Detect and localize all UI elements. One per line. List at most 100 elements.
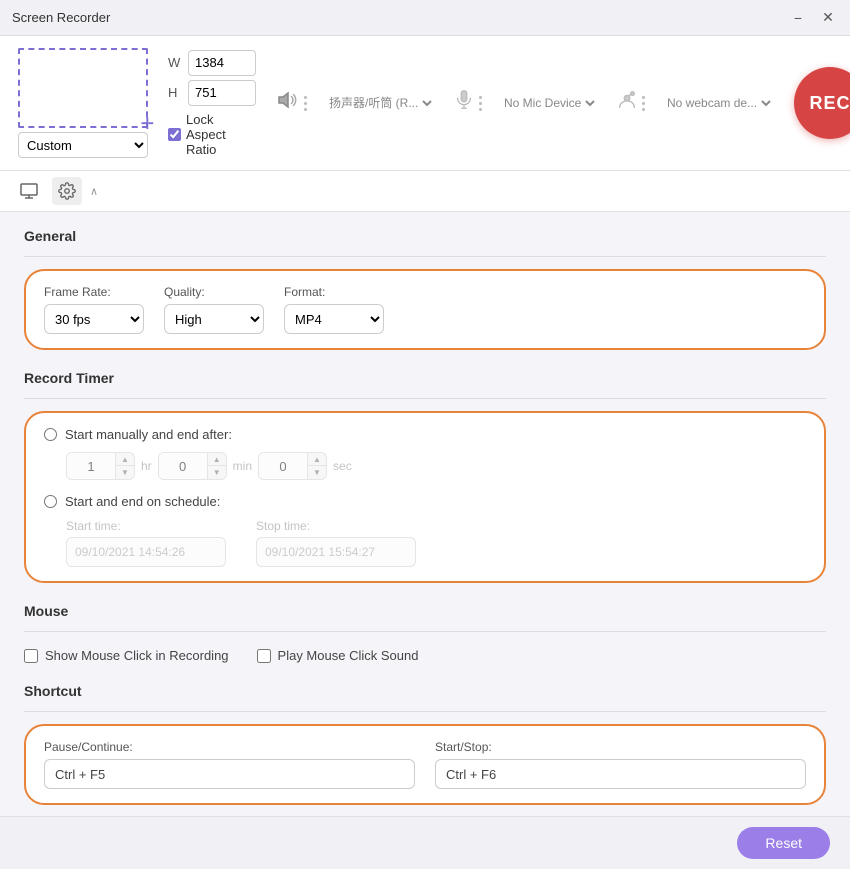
tab-expand-icon[interactable]: ∧ bbox=[90, 185, 98, 198]
hr-up-button[interactable]: ▲ bbox=[116, 453, 134, 466]
main-area: ✛ Custom Full Screen 720p 1080p W H Lock… bbox=[0, 36, 850, 869]
min-spinner: ▲ ▼ bbox=[158, 452, 227, 480]
hr-down-button[interactable]: ▼ bbox=[116, 466, 134, 479]
start-time-field: Start time: bbox=[66, 519, 226, 567]
stop-time-field: Stop time: bbox=[256, 519, 416, 567]
lock-checkbox[interactable] bbox=[168, 128, 181, 141]
sec-spinner-buttons: ▲ ▼ bbox=[307, 453, 326, 479]
width-input[interactable] bbox=[188, 50, 256, 76]
min-down-button[interactable]: ▼ bbox=[208, 466, 226, 479]
stop-time-label: Stop time: bbox=[256, 519, 416, 533]
height-label: H bbox=[168, 85, 182, 100]
minimize-button[interactable]: − bbox=[788, 8, 808, 28]
play-click-checkbox[interactable] bbox=[257, 649, 271, 663]
format-group: Format: MP4 MOV AVI GIF bbox=[284, 285, 384, 334]
hr-spinner-buttons: ▲ ▼ bbox=[115, 453, 134, 479]
pause-field: Pause/Continue: bbox=[44, 740, 415, 789]
schedule-label: Start and end on schedule: bbox=[65, 494, 220, 509]
sec-unit: sec bbox=[333, 459, 352, 473]
frame-rate-label: Frame Rate: bbox=[44, 285, 144, 299]
height-input[interactable] bbox=[188, 80, 256, 106]
sec-up-button[interactable]: ▲ bbox=[308, 453, 326, 466]
app-title: Screen Recorder bbox=[12, 10, 788, 25]
show-click-checkbox[interactable] bbox=[24, 649, 38, 663]
frame-rate-select[interactable]: 30 fps 20 fps 15 fps 60 fps bbox=[44, 304, 144, 334]
play-click-option: Play Mouse Click Sound bbox=[257, 648, 419, 663]
hr-unit: hr bbox=[141, 459, 152, 473]
start-time-input[interactable] bbox=[66, 537, 226, 567]
quality-select[interactable]: High Medium Low bbox=[164, 304, 264, 334]
tab-settings[interactable] bbox=[52, 177, 82, 205]
start-stop-label: Start/Stop: bbox=[435, 740, 806, 754]
sec-spinner: ▲ ▼ bbox=[258, 452, 327, 480]
quality-group: Quality: High Medium Low bbox=[164, 285, 264, 334]
lock-label: Lock Aspect Ratio bbox=[186, 112, 256, 157]
manual-label: Start manually and end after: bbox=[65, 427, 232, 442]
frame-rate-group: Frame Rate: 30 fps 20 fps 15 fps 60 fps bbox=[44, 285, 144, 334]
mic-device bbox=[453, 89, 482, 117]
start-time-label: Start time: bbox=[66, 519, 226, 533]
speaker-icon bbox=[276, 88, 300, 118]
timer-inputs: ▲ ▼ hr ▲ ▼ min ▲ ▼ bbox=[66, 452, 806, 480]
timer-card: Start manually and end after: ▲ ▼ hr ▲ bbox=[24, 411, 826, 583]
webcam-device bbox=[616, 89, 645, 117]
close-button[interactable]: ✕ bbox=[818, 8, 838, 28]
sec-down-button[interactable]: ▼ bbox=[308, 466, 326, 479]
general-row: Frame Rate: 30 fps 20 fps 15 fps 60 fps … bbox=[44, 285, 806, 334]
schedule-radio[interactable] bbox=[44, 495, 57, 508]
min-up-button[interactable]: ▲ bbox=[208, 453, 226, 466]
webcam-icon bbox=[616, 89, 638, 117]
general-card: Frame Rate: 30 fps 20 fps 15 fps 60 fps … bbox=[24, 269, 826, 350]
mouse-title: Mouse bbox=[24, 603, 826, 619]
play-click-label: Play Mouse Click Sound bbox=[278, 648, 419, 663]
mouse-divider bbox=[24, 631, 826, 632]
min-input[interactable] bbox=[159, 453, 207, 479]
top-bar: ✛ Custom Full Screen 720p 1080p W H Lock… bbox=[0, 36, 850, 171]
min-spinner-buttons: ▲ ▼ bbox=[207, 453, 226, 479]
preset-select[interactable]: Custom Full Screen 720p 1080p bbox=[18, 132, 148, 158]
general-divider bbox=[24, 256, 826, 257]
shortcut-row: Pause/Continue: Start/Stop: bbox=[44, 740, 806, 789]
speaker-select[interactable]: 扬声器/听筒 (R... bbox=[325, 95, 435, 111]
width-row: W bbox=[168, 50, 256, 76]
manual-radio[interactable] bbox=[44, 428, 57, 441]
tab-bar: ∧ bbox=[0, 171, 850, 212]
mouse-options: Show Mouse Click in Recording Play Mouse… bbox=[24, 644, 826, 683]
show-click-label: Show Mouse Click in Recording bbox=[45, 648, 229, 663]
format-select[interactable]: MP4 MOV AVI GIF bbox=[284, 304, 384, 334]
stop-time-input[interactable] bbox=[256, 537, 416, 567]
webcam-select[interactable]: No webcam de... bbox=[663, 95, 774, 111]
reset-button[interactable]: Reset bbox=[737, 827, 830, 859]
webcam-dots[interactable] bbox=[642, 96, 645, 111]
bottom-bar: Reset bbox=[0, 816, 850, 869]
quality-label: Quality: bbox=[164, 285, 264, 299]
settings-content: General Frame Rate: 30 fps 20 fps 15 fps… bbox=[0, 212, 850, 816]
tab-screen[interactable] bbox=[14, 177, 44, 205]
rec-button[interactable]: REC bbox=[794, 67, 850, 139]
dimension-controls: W H Lock Aspect Ratio bbox=[168, 50, 256, 157]
record-timer-title: Record Timer bbox=[24, 370, 826, 386]
show-click-option: Show Mouse Click in Recording bbox=[24, 648, 229, 663]
lock-row: Lock Aspect Ratio bbox=[168, 112, 256, 157]
capture-area-preview[interactable]: ✛ bbox=[18, 48, 148, 128]
start-stop-field: Start/Stop: bbox=[435, 740, 806, 789]
schedule-times: Start time: Stop time: bbox=[66, 519, 806, 567]
shortcut-divider bbox=[24, 711, 826, 712]
width-label: W bbox=[168, 55, 182, 70]
general-title: General bbox=[24, 228, 826, 244]
hr-input[interactable] bbox=[67, 453, 115, 479]
pause-label: Pause/Continue: bbox=[44, 740, 415, 754]
start-stop-input[interactable] bbox=[435, 759, 806, 789]
pause-input[interactable] bbox=[44, 759, 415, 789]
manual-option: Start manually and end after: bbox=[44, 427, 806, 442]
window-controls: − ✕ bbox=[788, 8, 838, 28]
mic-select[interactable]: No Mic Device bbox=[500, 95, 598, 111]
sec-input[interactable] bbox=[259, 453, 307, 479]
mic-dots[interactable] bbox=[479, 96, 482, 111]
speaker-dots[interactable] bbox=[304, 96, 307, 111]
height-row: H bbox=[168, 80, 256, 106]
mic-icon bbox=[453, 89, 475, 117]
speaker-device bbox=[276, 88, 307, 118]
crosshair-icon: ✛ bbox=[141, 114, 154, 134]
shortcut-title: Shortcut bbox=[24, 683, 826, 699]
